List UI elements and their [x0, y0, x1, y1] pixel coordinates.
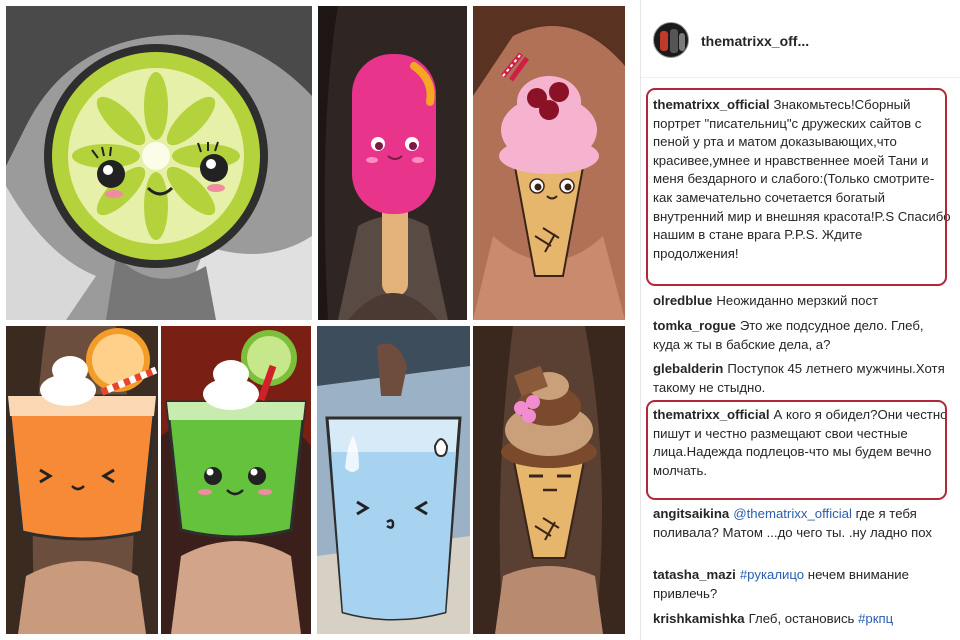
comment-username[interactable]: glebalderin	[653, 361, 723, 376]
post-header: thematrixx_off...	[641, 0, 960, 78]
avatar[interactable]	[653, 22, 689, 58]
orange-juice-glass-sticker	[6, 326, 158, 634]
photo-collage	[0, 0, 630, 640]
water-glass-sticker	[317, 326, 470, 634]
comment-hashtag[interactable]: #ркпц	[858, 611, 893, 626]
comment-username[interactable]: tatasha_mazi	[653, 567, 736, 582]
collage-photo-5	[161, 326, 311, 634]
collage-photo-4	[6, 326, 158, 634]
comment-text: Неожиданно мерзкий пост	[716, 293, 879, 308]
collage-photo-1	[6, 6, 312, 320]
comment-mention[interactable]: @thematrixx_official	[733, 506, 852, 521]
comment-username[interactable]: tomka_rogue	[653, 318, 736, 333]
post-author-username[interactable]: thematrixx_off...	[701, 33, 809, 49]
comment-3: tomka_rogue Это же подсудное дело. Глеб, …	[653, 317, 951, 354]
collage-photo-6	[317, 326, 470, 634]
ice-cream-cone-sticker	[473, 6, 625, 320]
collage-photo-3	[473, 6, 625, 320]
lime-face-sticker	[6, 6, 312, 320]
comment-text: Глеб, остановись	[748, 611, 859, 626]
green-juice-glass-sticker	[161, 326, 311, 634]
highlight-frame-comment-1	[646, 88, 947, 286]
comment-2: olredblue Неожиданно мерзкий пост	[653, 292, 951, 311]
comment-8: krishkamishka Глеб, остановись #ркпц	[653, 610, 951, 629]
comment-4: glebalderin Поступок 45 летнего мужчины.Х…	[653, 360, 951, 397]
comment-username[interactable]: olredblue	[653, 293, 712, 308]
highlight-frame-comment-5	[646, 400, 947, 500]
comment-username[interactable]: krishkamishka	[653, 611, 745, 626]
collage-photo-2	[318, 6, 467, 320]
comment-hashtag[interactable]: #рукалицо	[740, 567, 804, 582]
popsicle-sticker	[318, 6, 467, 320]
collage-photo-7	[473, 326, 625, 634]
comment-username[interactable]: angitsaikina	[653, 506, 729, 521]
chocolate-ice-cream-sticker	[473, 326, 625, 634]
comment-7: tatasha_mazi #рукалицо нечем внимание при…	[653, 566, 951, 603]
comment-6: angitsaikina @thematrixx_official где я т…	[653, 505, 951, 542]
